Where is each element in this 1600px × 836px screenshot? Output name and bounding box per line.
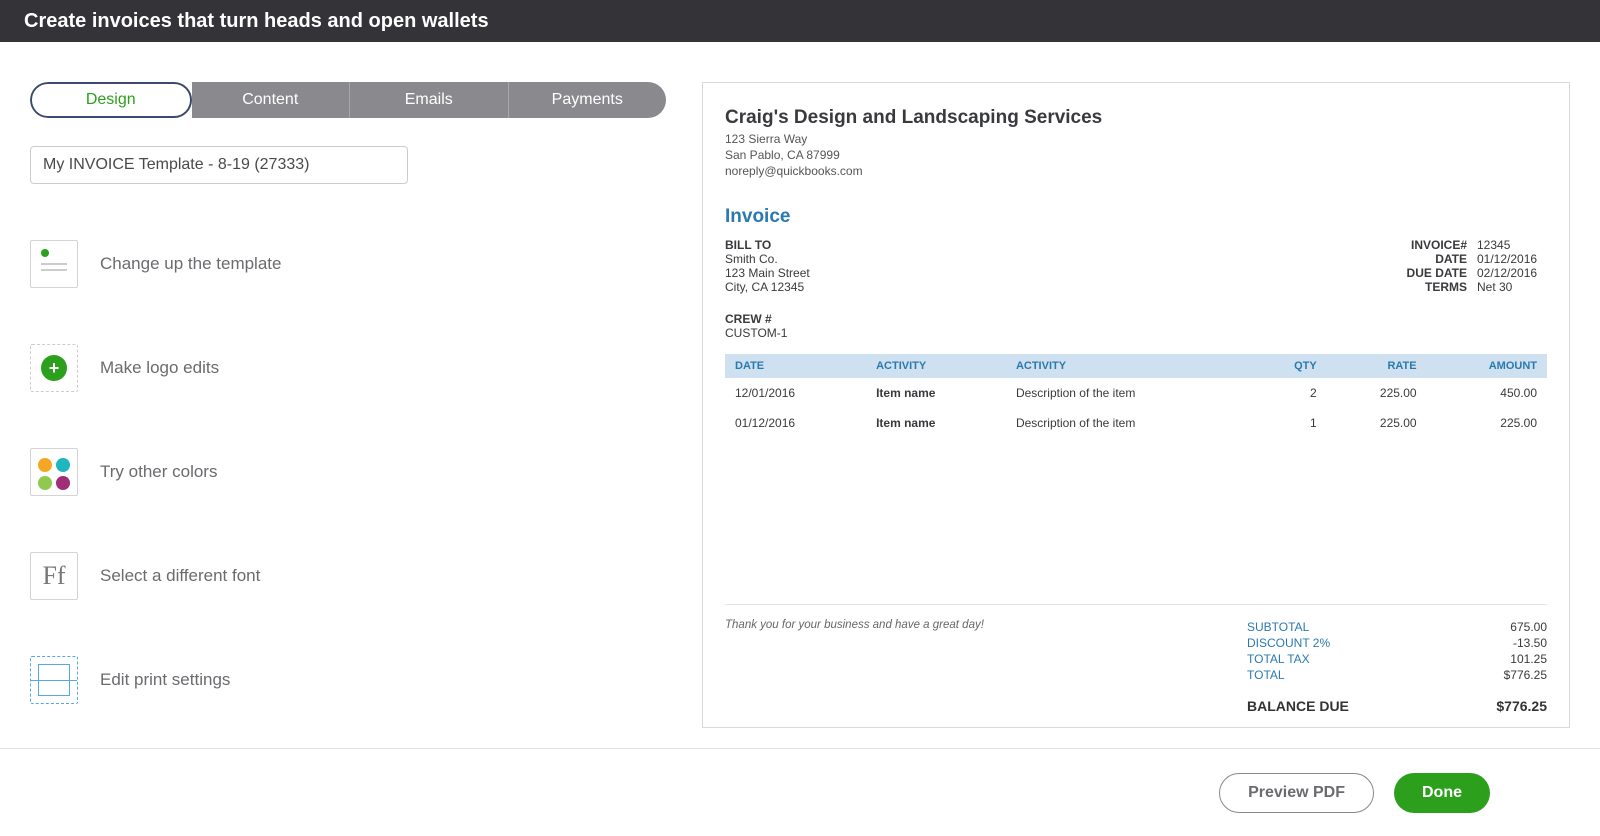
option-label: Try other colors: [100, 462, 217, 482]
total-value: $776.25: [1504, 668, 1547, 682]
tab-content[interactable]: Content: [192, 82, 351, 118]
page-title: Create invoices that turn heads and open…: [24, 10, 489, 33]
info-row: BILL TO Smith Co. 123 Main Street City, …: [725, 238, 1547, 294]
bill-to-addr2: City, CA 12345: [725, 280, 810, 294]
meta-terms: Net 30: [1477, 280, 1547, 294]
option-logo-edits[interactable]: + Make logo edits: [30, 344, 666, 392]
option-try-colors[interactable]: Try other colors: [30, 448, 666, 496]
left-panel: Design Content Emails Payments Change up…: [30, 82, 666, 728]
cell-desc: Description of the item: [1006, 378, 1252, 408]
line-items-table: DATE ACTIVITY ACTIVITY QTY RATE AMOUNT 1…: [725, 354, 1547, 438]
col-activity: ACTIVITY: [866, 354, 1006, 378]
option-label: Make logo edits: [100, 358, 219, 378]
invoice-preview: Craig's Design and Landscaping Services …: [702, 82, 1570, 728]
table-row: 01/12/2016 Item name Description of the …: [725, 408, 1547, 438]
meta-invoice-no: 12345: [1477, 238, 1547, 252]
bill-to-block: BILL TO Smith Co. 123 Main Street City, …: [725, 238, 810, 294]
cell-rate: 225.00: [1327, 408, 1427, 438]
tab-payments[interactable]: Payments: [509, 82, 667, 118]
col-amount: AMOUNT: [1427, 354, 1547, 378]
meta-invoice-no-label: INVOICE#: [1387, 238, 1467, 252]
tab-design[interactable]: Design: [30, 82, 192, 118]
option-label: Select a different font: [100, 566, 260, 586]
meta-date: 01/12/2016: [1477, 252, 1547, 266]
col-description: ACTIVITY: [1006, 354, 1252, 378]
bill-to-name: Smith Co.: [725, 252, 810, 266]
company-name: Craig's Design and Landscaping Services: [725, 107, 1547, 129]
preview-pdf-button[interactable]: Preview PDF: [1219, 773, 1374, 813]
logo-add-icon: +: [30, 344, 78, 392]
thank-you-message: Thank you for your business and have a g…: [725, 619, 1247, 715]
total-label: TOTAL: [1247, 668, 1285, 682]
tax-label: TOTAL TAX: [1247, 652, 1310, 666]
meta-terms-label: TERMS: [1387, 280, 1467, 294]
crew-label: CREW #: [725, 312, 1547, 326]
cell-rate: 225.00: [1327, 378, 1427, 408]
template-name-input[interactable]: [30, 146, 408, 184]
cell-qty: 2: [1252, 378, 1327, 408]
col-qty: QTY: [1252, 354, 1327, 378]
option-label: Edit print settings: [100, 670, 230, 690]
option-change-template[interactable]: Change up the template: [30, 240, 666, 288]
done-button[interactable]: Done: [1394, 773, 1490, 813]
cell-amount: 450.00: [1427, 378, 1547, 408]
bill-to-label: BILL TO: [725, 238, 810, 252]
cell-amount: 225.00: [1427, 408, 1547, 438]
font-icon: Ff: [30, 552, 78, 600]
balance-label: BALANCE DUE: [1247, 698, 1349, 714]
main-content: Design Content Emails Payments Change up…: [0, 42, 1600, 728]
company-email: noreply@quickbooks.com: [725, 163, 1547, 179]
option-print-settings[interactable]: Edit print settings: [30, 656, 666, 704]
cell-date: 01/12/2016: [725, 408, 866, 438]
document-title: Invoice: [725, 206, 1547, 228]
plus-icon: +: [41, 355, 67, 381]
tab-emails[interactable]: Emails: [350, 82, 509, 118]
cell-date: 12/01/2016: [725, 378, 866, 408]
print-margins-icon: [30, 656, 78, 704]
template-icon: [30, 240, 78, 288]
discount-value: -13.50: [1513, 636, 1547, 650]
col-rate: RATE: [1327, 354, 1427, 378]
discount-label: DISCOUNT 2%: [1247, 636, 1330, 650]
crew-block: CREW # CUSTOM-1: [725, 312, 1547, 340]
balance-value: $776.25: [1496, 698, 1547, 714]
meta-due: 02/12/2016: [1477, 266, 1547, 280]
cell-qty: 1: [1252, 408, 1327, 438]
company-addr2: San Pablo, CA 87999: [725, 147, 1547, 163]
tax-value: 101.25: [1510, 652, 1547, 666]
header-bar: Create invoices that turn heads and open…: [0, 0, 1600, 42]
totals-area: Thank you for your business and have a g…: [725, 604, 1547, 715]
invoice-meta: INVOICE# 12345 DATE 01/12/2016 DUE DATE 02/…: [1387, 238, 1547, 294]
meta-date-label: DATE: [1387, 252, 1467, 266]
subtotal-value: 675.00: [1510, 620, 1547, 634]
col-date: DATE: [725, 354, 866, 378]
cell-desc: Description of the item: [1006, 408, 1252, 438]
totals-block: SUBTOTAL 675.00 DISCOUNT 2% -13.50 TOTAL T…: [1247, 619, 1547, 715]
colors-icon: [30, 448, 78, 496]
cell-activity: Item name: [866, 408, 1006, 438]
bill-to-addr1: 123 Main Street: [725, 266, 810, 280]
footer-bar: Preview PDF Done: [0, 748, 1600, 836]
company-addr1: 123 Sierra Way: [725, 131, 1547, 147]
table-row: 12/01/2016 Item name Description of the …: [725, 378, 1547, 408]
design-options: Change up the template + Make logo edits…: [30, 240, 666, 704]
meta-due-label: DUE DATE: [1387, 266, 1467, 280]
crew-value: CUSTOM-1: [725, 326, 1547, 340]
option-label: Change up the template: [100, 254, 281, 274]
subtotal-label: SUBTOTAL: [1247, 620, 1309, 634]
cell-activity: Item name: [866, 378, 1006, 408]
tab-bar: Design Content Emails Payments: [30, 82, 666, 118]
option-select-font[interactable]: Ff Select a different font: [30, 552, 666, 600]
